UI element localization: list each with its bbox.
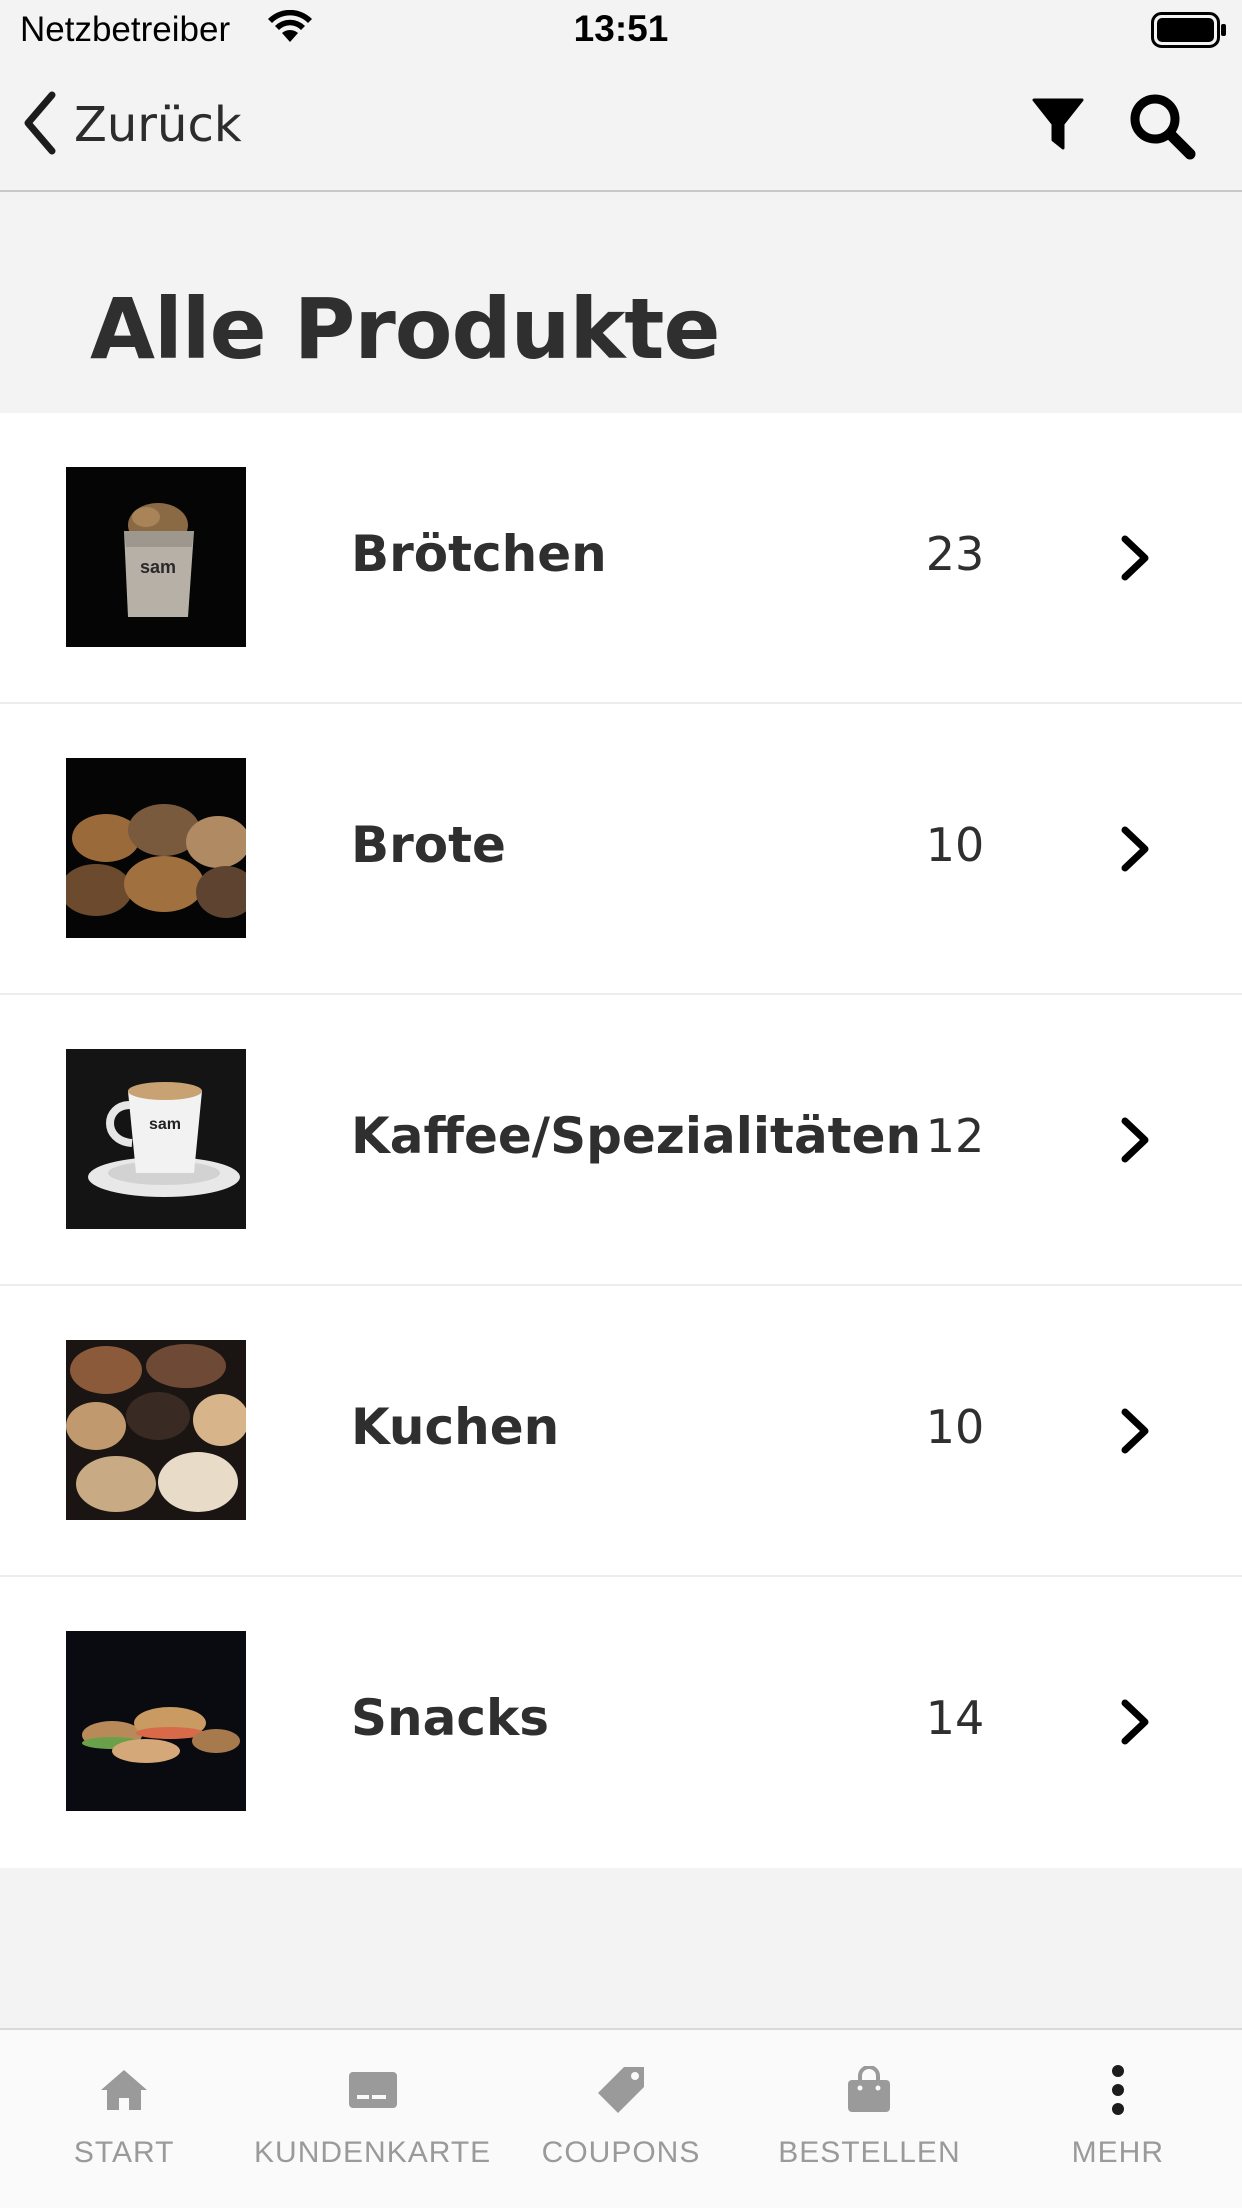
tab-label: COUPONS (541, 2136, 701, 2169)
tab-label: MEHR (1071, 2136, 1164, 2169)
chevron-right-icon (1118, 1406, 1152, 1460)
category-row-kuchen[interactable]: Kuchen 10 (0, 1286, 1242, 1577)
home-icon (99, 2062, 149, 2118)
card-icon (348, 2062, 398, 2118)
more-icon (1108, 2062, 1128, 2118)
tab-label: KUNDENKARTE (254, 2136, 492, 2169)
category-label: Kuchen (351, 1398, 560, 1456)
category-label: Brötchen (351, 525, 607, 583)
chevron-left-icon (20, 91, 60, 159)
thumbnail-bread-loaves (66, 758, 246, 938)
tab-bar: START KUNDENKARTE COUPONS BESTELLEN MEHR (0, 2028, 1242, 2208)
category-row-brote[interactable]: Brote 10 (0, 704, 1242, 995)
category-row-snacks[interactable]: Snacks 14 (0, 1577, 1242, 1868)
category-label: Kaffee/Spezialitäten (351, 1107, 922, 1165)
thumbnail-coffee-cup: sam (66, 1049, 246, 1229)
category-label: Snacks (351, 1689, 549, 1747)
chevron-right-icon (1118, 533, 1152, 587)
tag-icon (596, 2062, 646, 2118)
tab-start[interactable]: START (0, 2030, 248, 2208)
chevron-right-icon (1118, 824, 1152, 878)
svg-text:sam: sam (140, 557, 176, 577)
tab-coupons[interactable]: COUPONS (497, 2030, 745, 2208)
tab-label: START (73, 2136, 175, 2169)
search-icon[interactable] (1128, 92, 1196, 164)
back-button[interactable]: Zurück (20, 90, 242, 160)
navigation-bar: Zurück (0, 62, 1242, 192)
category-list: sam Brötchen 23 Brote 10 sam Kaffee/Spez… (0, 413, 1242, 1868)
tab-label: BESTELLEN (778, 2136, 961, 2169)
category-count: 12 (925, 1109, 985, 1163)
category-row-broetchen[interactable]: sam Brötchen 23 (0, 413, 1242, 704)
category-label: Brote (351, 816, 506, 874)
filter-icon[interactable] (1032, 98, 1084, 156)
page-title: Alle Produkte (90, 280, 720, 378)
thumbnail-sandwiches (66, 1631, 246, 1811)
chevron-right-icon (1118, 1697, 1152, 1751)
thumbnail-pastries (66, 1340, 246, 1520)
category-count: 23 (925, 527, 985, 581)
back-label: Zurück (74, 97, 242, 153)
svg-text:sam: sam (149, 1116, 181, 1133)
tab-kundenkarte[interactable]: KUNDENKARTE (248, 2030, 496, 2208)
battery-icon (1151, 12, 1227, 52)
tab-bestellen[interactable]: BESTELLEN (745, 2030, 993, 2208)
clock: 13:51 (573, 8, 669, 49)
category-count: 10 (925, 1400, 985, 1454)
tab-mehr[interactable]: MEHR (994, 2030, 1242, 2208)
category-row-kaffee[interactable]: sam Kaffee/Spezialitäten 12 (0, 995, 1242, 1286)
category-count: 14 (925, 1691, 985, 1745)
status-bar: Netzbetreiber 13:51 (0, 0, 1242, 62)
thumbnail-bread-roll-bag: sam (66, 467, 246, 647)
category-count: 10 (925, 818, 985, 872)
bag-icon (846, 2062, 892, 2118)
chevron-right-icon (1118, 1115, 1152, 1169)
